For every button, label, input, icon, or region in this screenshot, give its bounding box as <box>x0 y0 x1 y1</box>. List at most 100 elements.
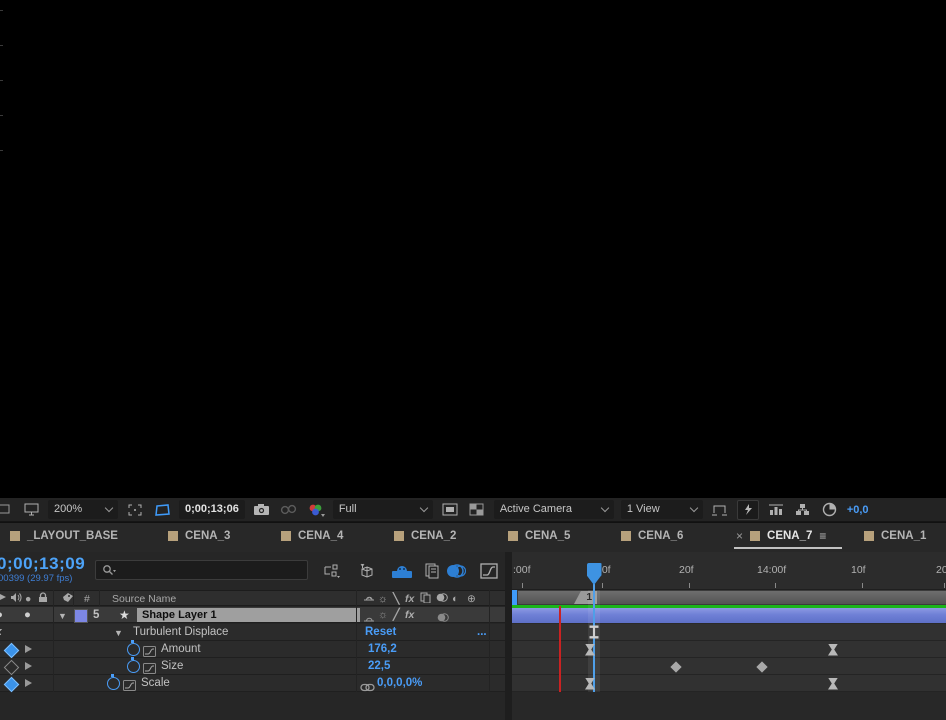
property-name[interactable]: Amount <box>161 641 201 657</box>
property-name[interactable]: Scale <box>141 675 170 691</box>
keyframe-nav-diamond[interactable] <box>4 677 20 693</box>
current-timecode[interactable]: 0;00;13;09 <box>0 554 85 574</box>
column-divider <box>53 590 54 692</box>
grid-guides-icon[interactable] <box>125 501 145 519</box>
comp-tab-CENA_2[interactable]: CENA_2 <box>394 523 456 549</box>
magnification-select[interactable]: 200% <box>48 500 118 519</box>
snapshot-camera-icon[interactable] <box>252 501 272 519</box>
layer-name[interactable]: Shape Layer 1 <box>137 608 360 622</box>
work-area-strip[interactable]: 1 <box>512 590 946 605</box>
tab-label: CENA_1 <box>881 530 926 542</box>
transparency-grid-icon[interactable] <box>467 501 487 519</box>
camera-view-value: Active Camera <box>500 502 572 517</box>
comp-tab-CENA_3[interactable]: CENA_3 <box>168 523 230 549</box>
region-of-interest-icon[interactable] <box>152 501 172 519</box>
show-snapshot-icon[interactable] <box>279 501 299 519</box>
property-value[interactable]: 0,0,0,0% <box>377 675 422 691</box>
effect-group-row[interactable]: fx ▼ Turbulent Displace Reset ... <box>0 624 505 641</box>
property-row-scale[interactable]: Scale 0,0,0,0% <box>0 675 505 692</box>
shy-layers-icon[interactable] <box>390 561 414 581</box>
ruler-label: 14:00f <box>757 564 786 576</box>
pane-divider[interactable] <box>505 552 512 720</box>
view-layout-select[interactable]: 1 View <box>621 500 703 519</box>
next-keyframe-icon[interactable] <box>25 662 32 670</box>
hand-tool-icon[interactable] <box>0 501 14 519</box>
motion-blur-icon[interactable] <box>444 561 468 581</box>
layer-number-column[interactable]: # <box>84 592 90 606</box>
eye-icon[interactable]: ● <box>0 607 3 623</box>
composition-toolbar: 200% 0;00;13;06 Full Active Camera <box>0 498 946 522</box>
comp-tab-_LAYOUT_BASE[interactable]: _LAYOUT_BASE <box>10 523 118 549</box>
label-color-chip[interactable] <box>74 609 88 623</box>
layer-collapse-icon[interactable]: ☼ <box>378 607 388 623</box>
stopwatch-icon[interactable] <box>127 643 140 656</box>
comp-flowchart-icon[interactable] <box>793 501 813 519</box>
effect-name[interactable]: Turbulent Displace <box>133 624 228 640</box>
time-ruler[interactable]: :00f10f20f14:00f10f20f <box>512 552 946 590</box>
amount-track[interactable] <box>512 641 946 658</box>
tab-menu-icon[interactable]: ≡ <box>819 529 825 543</box>
property-row-size[interactable]: Size 22,5 <box>0 658 505 675</box>
scale-track[interactable] <box>512 675 946 692</box>
monitor-icon[interactable] <box>21 501 41 519</box>
camera-view-select[interactable]: Active Camera <box>494 500 614 519</box>
graph-toggle-icon[interactable] <box>123 678 136 696</box>
property-row-amount[interactable]: Amount 176,2 <box>0 641 505 658</box>
comp-icon <box>168 531 178 541</box>
source-name-column[interactable]: Source Name <box>112 592 176 606</box>
stopwatch-icon[interactable] <box>107 677 120 690</box>
composition-viewport[interactable] <box>0 0 946 498</box>
effect-group-track[interactable] <box>512 624 946 641</box>
quality-switch-icon: ╲ <box>393 592 399 606</box>
layer-quality-icon[interactable]: ╱ <box>393 607 400 623</box>
comp-tab-CENA_1[interactable]: CENA_1 <box>864 523 926 549</box>
layer-row[interactable]: ● ● ▼ 5 ★ Shape Layer 1 ☼ ╱ fx <box>0 607 505 623</box>
channels-icon[interactable] <box>306 501 326 519</box>
comp-tab-CENA_4[interactable]: CENA_4 <box>281 523 343 549</box>
link-dimensions-icon[interactable] <box>360 679 375 697</box>
after-effects-window: 200% 0;00;13;06 Full Active Camera <box>0 0 946 720</box>
ruler-tick <box>602 583 603 588</box>
target-region-icon[interactable] <box>440 501 460 519</box>
search-input[interactable] <box>95 560 308 580</box>
timeline-button-icon[interactable] <box>766 501 786 519</box>
comp-tab-CENA_6[interactable]: CENA_6 <box>621 523 683 549</box>
effect-reset-link[interactable]: Reset <box>365 624 396 640</box>
preview-timecode-field[interactable]: 0;00;13;06 <box>179 500 245 519</box>
property-name[interactable]: Size <box>161 658 183 674</box>
next-keyframe-icon[interactable] <box>25 679 32 687</box>
tab-close-icon[interactable]: × <box>736 529 743 543</box>
reset-exposure-icon[interactable] <box>820 501 840 519</box>
stopwatch-icon[interactable] <box>127 660 140 673</box>
frame-blending-icon[interactable] <box>420 561 444 581</box>
keyframe-nav-diamond[interactable] <box>4 643 20 659</box>
effect-twirl-icon[interactable]: ▼ <box>114 625 123 641</box>
property-value[interactable]: 22,5 <box>368 658 390 674</box>
resolution-select[interactable]: Full <box>333 500 433 519</box>
red-marker-line <box>559 606 561 692</box>
layer-fx-icon[interactable]: fx <box>405 607 414 623</box>
size-track[interactable] <box>512 658 946 675</box>
time-navigator-start[interactable] <box>512 590 517 605</box>
draft-3d-icon[interactable] <box>355 561 379 581</box>
exposure-value[interactable]: +0,0 <box>847 504 869 516</box>
comp-mini-flowchart-icon[interactable] <box>320 561 344 581</box>
viewport-ruler-tick <box>0 10 3 11</box>
shy-switch-icon <box>363 592 375 606</box>
fast-previews-icon[interactable] <box>737 500 759 520</box>
comp-tab-CENA_5[interactable]: CENA_5 <box>508 523 570 549</box>
comp-tab-CENA_7[interactable]: ×CENA_7≡ <box>736 523 825 549</box>
property-value[interactable]: 176,2 <box>368 641 397 657</box>
comp-icon <box>281 531 291 541</box>
pixel-aspect-icon[interactable] <box>710 501 730 519</box>
effect-options-link[interactable]: ... <box>477 624 487 640</box>
layer-twirl-icon[interactable]: ▼ <box>58 608 67 624</box>
keyframe-nav-diamond[interactable] <box>4 660 20 676</box>
layer-duration-bar[interactable] <box>512 608 946 623</box>
ruler-label: 20f <box>936 564 946 576</box>
next-keyframe-icon[interactable] <box>25 645 32 653</box>
ruler-tick <box>862 583 863 588</box>
graph-editor-icon[interactable] <box>477 561 501 581</box>
solo-toggle[interactable]: ● <box>24 607 31 623</box>
ruler-tick <box>944 583 945 588</box>
